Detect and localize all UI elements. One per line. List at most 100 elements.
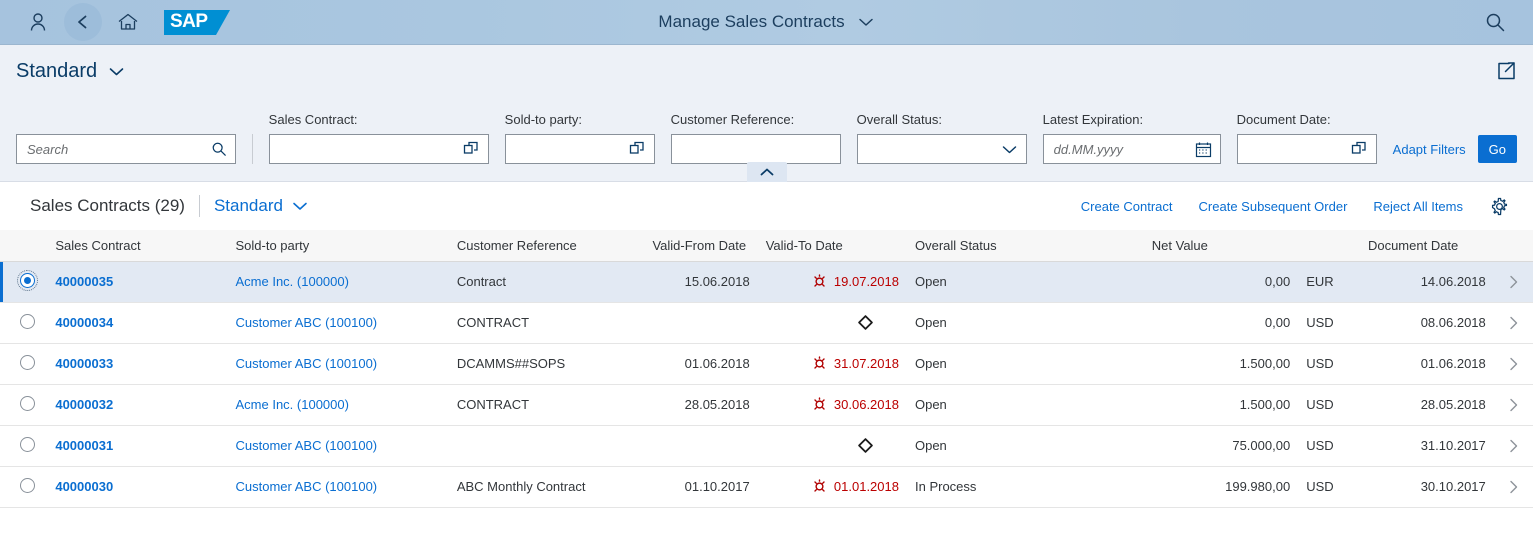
latest-expiration-field[interactable] [1042,134,1221,164]
sold-to-party-link[interactable]: Customer ABC (100100) [236,479,378,494]
sap-logo[interactable]: SAP [164,9,230,35]
adapt-filters-button[interactable]: Adapt Filters [1393,142,1466,157]
search-input[interactable] [25,135,207,163]
customer-reference-text: CONTRACT [456,315,530,330]
table-row[interactable]: 40000032 Acme Inc. (100000) CONTRACT 28.… [0,384,1533,426]
cell-navigation[interactable] [1493,343,1533,385]
table-row[interactable]: 40000034 Customer ABC (100100) CONTRACT … [0,302,1533,344]
chevron-right-icon[interactable] [1494,479,1533,495]
table-row[interactable]: 40000030 Customer ABC (100100) ABC Month… [0,466,1533,508]
cell-currency: USD [1298,425,1360,467]
sold-to-party-link[interactable]: Customer ABC (100100) [236,315,378,330]
column-header-valid-from-date[interactable]: Valid-From Date [644,230,758,262]
sales-contract-link[interactable]: 40000033 [55,356,113,371]
overall-status-select[interactable] [856,134,1027,164]
value-help-icon[interactable] [625,141,646,158]
sales-contract-link[interactable]: 40000034 [55,315,113,330]
alert-overdue-icon [812,479,827,494]
filter-item-overall-status: Overall Status: [856,112,1027,164]
filter-label-latest-expiration: Latest Expiration: [1042,112,1144,127]
row-radio-button[interactable] [20,354,35,370]
chevron-right-icon[interactable] [1494,274,1533,290]
user-avatar-button[interactable] [16,0,60,44]
filter-bar: Sales Contract: Sold-to party: [0,97,1533,182]
row-radio-button[interactable] [20,436,35,452]
cell-sold-to-party: Acme Inc. (100000) [227,261,449,303]
valid-to-date-text: 31.07.2018 [833,356,899,371]
row-select-cell[interactable] [0,425,48,467]
create-contract-button[interactable]: Create Contract [1068,199,1186,214]
table-row[interactable]: 40000035 Acme Inc. (100000) Contract 15.… [0,261,1533,303]
sales-contract-link[interactable]: 40000035 [55,274,113,289]
cell-document-date: 14.06.2018 [1359,261,1494,303]
sales-contract-link[interactable]: 40000030 [55,479,113,494]
cell-navigation[interactable] [1493,425,1533,467]
sold-to-party-field[interactable] [504,134,655,164]
table-row[interactable]: 40000031 Customer ABC (100100) Open 75.0… [0,425,1533,467]
cell-navigation[interactable] [1493,384,1533,426]
chevron-right-icon[interactable] [1494,397,1533,413]
go-button[interactable]: Go [1477,135,1517,163]
sales-contract-link[interactable]: 40000031 [55,438,113,453]
calendar-icon[interactable] [1191,141,1212,158]
value-help-icon[interactable] [1347,141,1368,158]
cell-navigation[interactable] [1493,302,1533,344]
table-variant-selector[interactable]: Standard [214,196,308,216]
row-select-cell[interactable] [0,384,48,426]
row-radio-button[interactable] [17,269,38,291]
search-icon [1484,11,1506,33]
row-radio-button[interactable] [20,395,35,411]
column-header-net-value[interactable]: Net Value [1143,230,1299,262]
back-button[interactable] [64,3,102,41]
sold-to-party-link[interactable]: Customer ABC (100100) [236,356,378,371]
document-date-field[interactable] [1236,134,1377,164]
sold-to-party-link[interactable]: Acme Inc. (100000) [236,274,349,289]
table-row[interactable]: 40000033 Customer ABC (100100) DCAMMS##S… [0,343,1533,385]
row-select-cell[interactable] [0,261,48,303]
column-header-valid-to-date[interactable]: Valid-To Date [757,230,907,262]
document-date-input[interactable] [1245,135,1347,163]
chevron-down-icon [857,16,875,28]
sales-contract-input[interactable] [277,135,459,163]
home-button[interactable] [106,0,150,44]
create-subsequent-order-button[interactable]: Create Subsequent Order [1186,199,1361,214]
sold-to-party-link[interactable]: Acme Inc. (100000) [236,397,349,412]
row-select-cell[interactable] [0,466,48,508]
chevron-right-icon[interactable] [1494,356,1533,372]
latest-expiration-input[interactable] [1051,135,1191,163]
cell-navigation[interactable] [1493,261,1533,303]
search-icon[interactable] [207,141,227,157]
sales-contract-field[interactable] [268,134,489,164]
row-select-cell[interactable] [0,343,48,385]
chevron-right-icon[interactable] [1494,438,1533,454]
row-select-cell[interactable] [0,302,48,344]
overall-status-input[interactable] [865,135,997,163]
customer-reference-input[interactable] [679,135,832,163]
sales-contract-link[interactable]: 40000032 [55,397,113,412]
column-header-document-date[interactable]: Document Date [1359,230,1494,262]
sold-to-party-link[interactable]: Customer ABC (100100) [236,438,378,453]
row-radio-button[interactable] [20,313,35,329]
column-header-overall-status[interactable]: Overall Status [906,230,1144,262]
chevron-right-icon[interactable] [1494,315,1533,331]
filter-bar-collapse-button[interactable] [746,162,787,182]
app-title-menu[interactable]: Manage Sales Contracts [658,12,874,32]
column-header-sales-contract[interactable]: Sales Contract [47,230,228,262]
table-settings-button[interactable] [1476,197,1517,216]
cell-sold-to-party: Customer ABC (100100) [227,425,449,467]
variant-selector[interactable]: Standard [16,60,125,83]
column-header-sold-to-party[interactable]: Sold-to party [227,230,449,262]
sold-to-party-input[interactable] [513,135,625,163]
share-export-icon[interactable] [1495,60,1517,82]
cell-overall-status: In Process [906,466,1144,508]
valid-to-wrapper: 01.01.2018 [766,479,899,494]
shell-search-button[interactable] [1473,0,1517,44]
customer-reference-field[interactable] [670,134,841,164]
chevron-down-icon[interactable] [997,144,1018,155]
column-header-customer-reference[interactable]: Customer Reference [448,230,645,262]
reject-all-items-button[interactable]: Reject All Items [1360,199,1476,214]
search-field[interactable] [16,134,236,164]
row-radio-button[interactable] [20,477,35,493]
value-help-icon[interactable] [459,141,480,158]
cell-navigation[interactable] [1493,466,1533,508]
